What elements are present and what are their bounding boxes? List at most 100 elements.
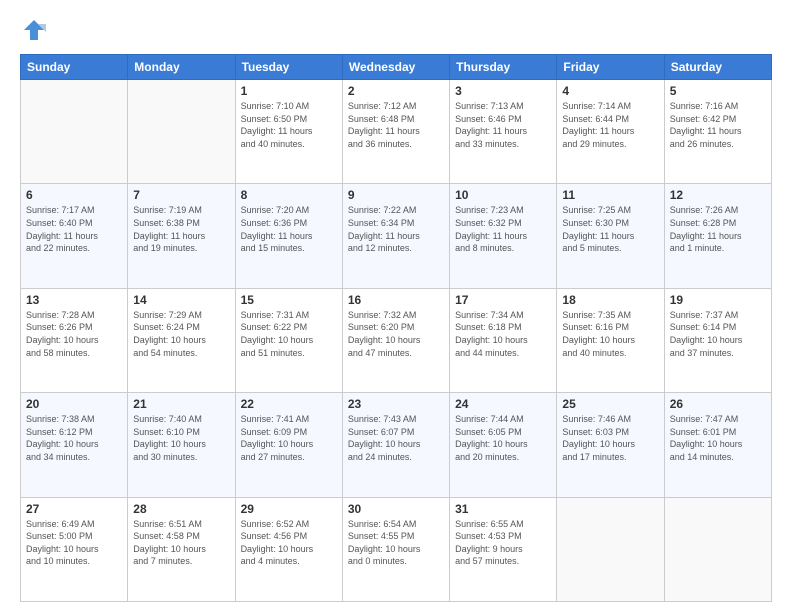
day-info: Sunrise: 7:13 AM Sunset: 6:46 PM Dayligh…: [455, 100, 551, 150]
day-info: Sunrise: 6:49 AM Sunset: 5:00 PM Dayligh…: [26, 518, 122, 568]
calendar-cell: 1Sunrise: 7:10 AM Sunset: 6:50 PM Daylig…: [235, 80, 342, 184]
calendar-cell: 4 Sunrise: 7:14 AM Sunset: 6:44 PM Daylig…: [557, 80, 664, 184]
day-number: 29: [241, 502, 337, 516]
day-info: Sunrise: 7:20 AM Sunset: 6:36 PM Dayligh…: [241, 204, 337, 254]
day-number: 22: [241, 397, 337, 411]
weekday-header-monday: Monday: [128, 55, 235, 80]
day-info: Sunrise: 7:41 AM Sunset: 6:09 PM Dayligh…: [241, 413, 337, 463]
day-info: Sunrise: 7:47 AM Sunset: 6:01 PM Dayligh…: [670, 413, 766, 463]
calendar-cell: 31 Sunrise: 6:55 AM Sunset: 4:53 PM Dayli…: [450, 497, 557, 601]
day-number: 14: [133, 293, 229, 307]
day-info: Sunrise: 7:43 AM Sunset: 6:07 PM Dayligh…: [348, 413, 444, 463]
day-number: 23: [348, 397, 444, 411]
day-info: Sunrise: 7:44 AM Sunset: 6:05 PM Dayligh…: [455, 413, 551, 463]
day-info: Sunrise: 6:54 AM Sunset: 4:55 PM Dayligh…: [348, 518, 444, 568]
calendar-cell: 24 Sunrise: 7:44 AM Sunset: 6:05 PM Dayli…: [450, 393, 557, 497]
calendar-cell: 9 Sunrise: 7:22 AM Sunset: 6:34 PM Daylig…: [342, 184, 449, 288]
day-number: 3: [455, 84, 551, 98]
day-info: Sunrise: 7:46 AM Sunset: 6:03 PM Dayligh…: [562, 413, 658, 463]
calendar-cell: 5 Sunrise: 7:16 AM Sunset: 6:42 PM Daylig…: [664, 80, 771, 184]
calendar-cell: 30Sunrise: 6:54 AM Sunset: 4:55 PM Dayli…: [342, 497, 449, 601]
weekday-header-row: SundayMondayTuesdayWednesdayThursdayFrid…: [21, 55, 772, 80]
day-info: Sunrise: 6:55 AM Sunset: 4:53 PM Dayligh…: [455, 518, 551, 568]
logo: [20, 16, 52, 44]
calendar-cell: 19 Sunrise: 7:37 AM Sunset: 6:14 PM Dayli…: [664, 288, 771, 392]
day-info: Sunrise: 7:37 AM Sunset: 6:14 PM Dayligh…: [670, 309, 766, 359]
day-number: 8: [241, 188, 337, 202]
day-number: 19: [670, 293, 766, 307]
day-number: 5: [670, 84, 766, 98]
calendar-cell: 12 Sunrise: 7:26 AM Sunset: 6:28 PM Dayli…: [664, 184, 771, 288]
calendar-cell: 25 Sunrise: 7:46 AM Sunset: 6:03 PM Dayli…: [557, 393, 664, 497]
day-info: Sunrise: 7:31 AM Sunset: 6:22 PM Dayligh…: [241, 309, 337, 359]
weekday-header-tuesday: Tuesday: [235, 55, 342, 80]
calendar-cell: 10Sunrise: 7:23 AM Sunset: 6:32 PM Dayli…: [450, 184, 557, 288]
calendar-week-3: 13 Sunrise: 7:28 AM Sunset: 6:26 PM Dayli…: [21, 288, 772, 392]
day-number: 20: [26, 397, 122, 411]
day-number: 27: [26, 502, 122, 516]
calendar-cell: 11Sunrise: 7:25 AM Sunset: 6:30 PM Dayli…: [557, 184, 664, 288]
weekday-header-wednesday: Wednesday: [342, 55, 449, 80]
day-number: 31: [455, 502, 551, 516]
calendar-cell: 15Sunrise: 7:31 AM Sunset: 6:22 PM Dayli…: [235, 288, 342, 392]
calendar-cell: 8 Sunrise: 7:20 AM Sunset: 6:36 PM Daylig…: [235, 184, 342, 288]
day-number: 12: [670, 188, 766, 202]
day-number: 25: [562, 397, 658, 411]
day-number: 13: [26, 293, 122, 307]
calendar-cell: 22 Sunrise: 7:41 AM Sunset: 6:09 PM Dayli…: [235, 393, 342, 497]
calendar-week-4: 20 Sunrise: 7:38 AM Sunset: 6:12 PM Dayli…: [21, 393, 772, 497]
calendar-cell: 6 Sunrise: 7:17 AM Sunset: 6:40 PM Daylig…: [21, 184, 128, 288]
day-info: Sunrise: 7:22 AM Sunset: 6:34 PM Dayligh…: [348, 204, 444, 254]
day-info: Sunrise: 7:17 AM Sunset: 6:40 PM Dayligh…: [26, 204, 122, 254]
day-number: 17: [455, 293, 551, 307]
calendar-cell: 21Sunrise: 7:40 AM Sunset: 6:10 PM Dayli…: [128, 393, 235, 497]
calendar-cell: 23 Sunrise: 7:43 AM Sunset: 6:07 PM Dayli…: [342, 393, 449, 497]
day-info: Sunrise: 7:28 AM Sunset: 6:26 PM Dayligh…: [26, 309, 122, 359]
logo-icon: [20, 16, 48, 44]
day-number: 21: [133, 397, 229, 411]
calendar-cell: [21, 80, 128, 184]
weekday-header-thursday: Thursday: [450, 55, 557, 80]
calendar-cell: 14Sunrise: 7:29 AM Sunset: 6:24 PM Dayli…: [128, 288, 235, 392]
day-info: Sunrise: 6:51 AM Sunset: 4:58 PM Dayligh…: [133, 518, 229, 568]
day-info: Sunrise: 7:12 AM Sunset: 6:48 PM Dayligh…: [348, 100, 444, 150]
weekday-header-friday: Friday: [557, 55, 664, 80]
day-number: 18: [562, 293, 658, 307]
day-number: 9: [348, 188, 444, 202]
header: [20, 16, 772, 44]
calendar-cell: 29Sunrise: 6:52 AM Sunset: 4:56 PM Dayli…: [235, 497, 342, 601]
day-info: Sunrise: 7:35 AM Sunset: 6:16 PM Dayligh…: [562, 309, 658, 359]
day-number: 4: [562, 84, 658, 98]
day-info: Sunrise: 7:14 AM Sunset: 6:44 PM Dayligh…: [562, 100, 658, 150]
calendar-cell: 3 Sunrise: 7:13 AM Sunset: 6:46 PM Daylig…: [450, 80, 557, 184]
day-info: Sunrise: 7:32 AM Sunset: 6:20 PM Dayligh…: [348, 309, 444, 359]
calendar-week-5: 27 Sunrise: 6:49 AM Sunset: 5:00 PM Dayli…: [21, 497, 772, 601]
calendar-cell: [557, 497, 664, 601]
calendar-cell: 2 Sunrise: 7:12 AM Sunset: 6:48 PM Daylig…: [342, 80, 449, 184]
weekday-header-sunday: Sunday: [21, 55, 128, 80]
calendar-cell: 26 Sunrise: 7:47 AM Sunset: 6:01 PM Dayli…: [664, 393, 771, 497]
day-number: 1: [241, 84, 337, 98]
day-info: Sunrise: 7:16 AM Sunset: 6:42 PM Dayligh…: [670, 100, 766, 150]
day-number: 2: [348, 84, 444, 98]
day-info: Sunrise: 7:34 AM Sunset: 6:18 PM Dayligh…: [455, 309, 551, 359]
day-number: 26: [670, 397, 766, 411]
calendar-week-1: 1Sunrise: 7:10 AM Sunset: 6:50 PM Daylig…: [21, 80, 772, 184]
calendar-cell: 20 Sunrise: 7:38 AM Sunset: 6:12 PM Dayli…: [21, 393, 128, 497]
day-number: 24: [455, 397, 551, 411]
day-number: 11: [562, 188, 658, 202]
day-info: Sunrise: 7:23 AM Sunset: 6:32 PM Dayligh…: [455, 204, 551, 254]
calendar-table: SundayMondayTuesdayWednesdayThursdayFrid…: [20, 54, 772, 602]
calendar-cell: 28Sunrise: 6:51 AM Sunset: 4:58 PM Dayli…: [128, 497, 235, 601]
calendar-page: SundayMondayTuesdayWednesdayThursdayFrid…: [0, 0, 792, 612]
calendar-cell: 16 Sunrise: 7:32 AM Sunset: 6:20 PM Dayli…: [342, 288, 449, 392]
calendar-cell: [664, 497, 771, 601]
day-number: 6: [26, 188, 122, 202]
day-info: Sunrise: 7:38 AM Sunset: 6:12 PM Dayligh…: [26, 413, 122, 463]
calendar-cell: 27 Sunrise: 6:49 AM Sunset: 5:00 PM Dayli…: [21, 497, 128, 601]
day-info: Sunrise: 7:26 AM Sunset: 6:28 PM Dayligh…: [670, 204, 766, 254]
calendar-cell: 7Sunrise: 7:19 AM Sunset: 6:38 PM Daylig…: [128, 184, 235, 288]
calendar-cell: 18 Sunrise: 7:35 AM Sunset: 6:16 PM Dayli…: [557, 288, 664, 392]
day-number: 7: [133, 188, 229, 202]
day-number: 16: [348, 293, 444, 307]
